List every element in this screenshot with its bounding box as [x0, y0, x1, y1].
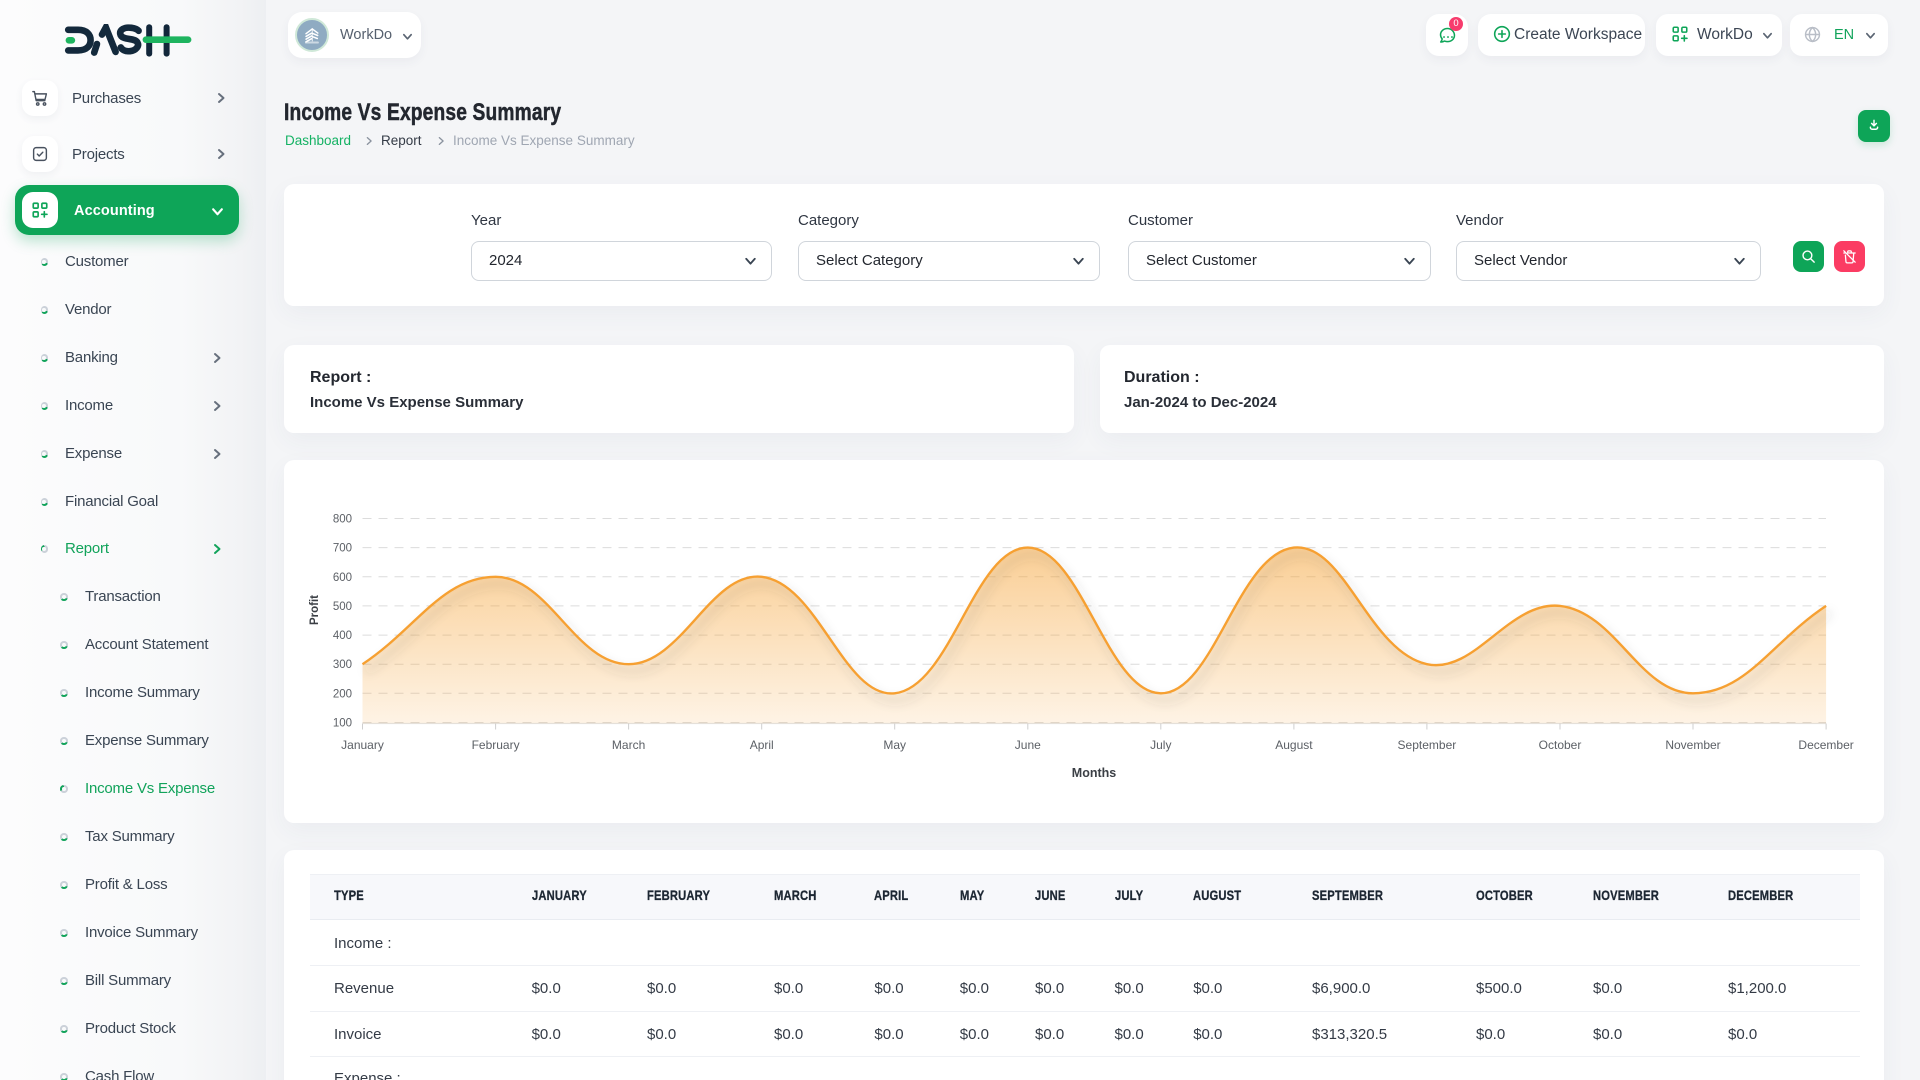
svg-text:800: 800 [333, 514, 352, 526]
svg-text:December: December [1798, 738, 1853, 752]
svg-text:September: September [1398, 738, 1457, 752]
svg-text:August: August [1275, 738, 1313, 752]
svg-text:600: 600 [333, 572, 352, 584]
svg-text:June: June [1015, 738, 1041, 752]
svg-text:Months: Months [1072, 766, 1116, 780]
svg-text:700: 700 [333, 543, 352, 555]
svg-text:300: 300 [333, 659, 352, 671]
svg-text:May: May [883, 738, 906, 752]
svg-text:Profit: Profit [309, 595, 321, 625]
svg-text:500: 500 [333, 601, 352, 613]
svg-text:400: 400 [333, 630, 352, 642]
svg-text:March: March [612, 738, 645, 752]
svg-text:July: July [1150, 738, 1171, 752]
svg-text:January: January [341, 738, 384, 752]
svg-text:200: 200 [333, 688, 352, 700]
svg-text:October: October [1539, 738, 1582, 752]
svg-text:April: April [750, 738, 774, 752]
svg-text:November: November [1665, 738, 1720, 752]
svg-text:100: 100 [333, 718, 352, 730]
svg-text:February: February [472, 738, 520, 752]
